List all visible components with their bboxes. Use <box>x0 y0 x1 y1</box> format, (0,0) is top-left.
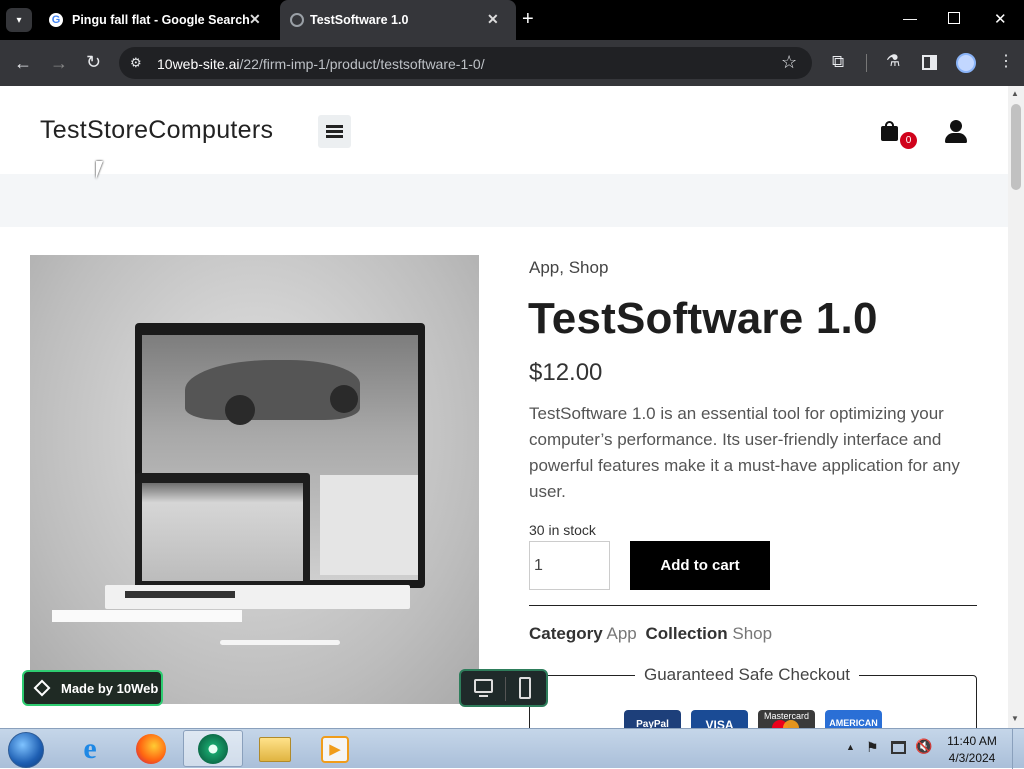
header-band <box>0 174 1008 227</box>
collection-value[interactable]: Shop <box>732 624 772 643</box>
scrollbar-thumb[interactable] <box>1011 104 1021 190</box>
extensions-icon[interactable]: ⧉ <box>832 53 844 70</box>
made-by-label: Made by 10Web <box>61 681 159 696</box>
car-wheel <box>330 385 358 413</box>
url-path: /22/firm-imp-1/product/testsoftware-1-0/ <box>239 56 485 72</box>
hamburger-menu-button[interactable] <box>318 115 351 148</box>
desk-shelf <box>52 610 242 622</box>
category-link-shop[interactable]: Shop <box>569 258 609 277</box>
labs-flask-icon[interactable]: ⚗ <box>886 54 900 70</box>
firefox-icon[interactable] <box>136 734 166 764</box>
made-by-10web-badge[interactable]: Made by 10Web <box>22 670 163 706</box>
product-meta: Category App Collection Shop <box>529 624 772 644</box>
user-icon-body <box>945 133 967 143</box>
payment-amex-icon: AMERICAN <box>825 710 882 728</box>
product-price: $12.00 <box>529 359 603 386</box>
clock-date[interactable]: 4/3/2024 <box>942 751 1002 765</box>
site-info-icon[interactable]: ⚙ <box>130 55 142 71</box>
close-window-icon[interactable]: ✕ <box>994 10 1007 28</box>
product-title: TestSoftware 1.0 <box>528 294 878 343</box>
volume-muted-icon[interactable]: 🔇 <box>915 738 932 755</box>
desktop-stand <box>479 695 488 697</box>
safe-checkout-title: Guaranteed Safe Checkout <box>635 665 860 685</box>
monitor-inner-panel <box>320 475 418 575</box>
back-icon[interactable]: ← <box>14 54 32 72</box>
payment-visa-icon: VISA <box>691 710 748 728</box>
mouse-cursor-icon <box>96 161 103 179</box>
google-icon: G <box>49 13 63 27</box>
new-tab-icon[interactable]: + <box>522 8 534 31</box>
close-tab-icon[interactable]: ✕ <box>487 11 499 28</box>
web-page: TestStoreComputers 0 App, Shop TestSoftw… <box>0 86 1008 728</box>
add-to-cart-button[interactable]: Add to cart <box>630 541 770 590</box>
user-icon <box>950 120 962 132</box>
mobile-view-icon[interactable] <box>519 677 531 699</box>
tab-google-search[interactable]: G Pingu fall flat - Google Search ✕ <box>40 0 276 40</box>
chevron-down-icon: ▾ <box>16 14 22 26</box>
clock-time[interactable]: 11:40 AM <box>942 734 1002 748</box>
chrome-taskbar-button[interactable] <box>183 730 243 767</box>
laptop-keyboard <box>125 591 235 598</box>
site-logo[interactable]: TestStoreComputers <box>40 116 273 145</box>
more-menu-icon[interactable]: ⋮ <box>998 54 1014 70</box>
mastercard-label: Mastercard <box>763 711 809 721</box>
browser-tab-bar: ▾ G Pingu fall flat - Google Search ✕ Te… <box>0 0 1024 40</box>
tab-testsoftware[interactable]: TestSoftware 1.0 ✕ <box>280 0 516 40</box>
10web-logo-icon <box>33 679 51 697</box>
product-description: TestSoftware 1.0 is an essential tool fo… <box>529 404 960 501</box>
desktop-view-icon[interactable] <box>474 679 493 693</box>
product-breadcrumb: App, Shop <box>529 258 608 278</box>
tab-search-button[interactable]: ▾ <box>6 8 32 32</box>
payment-mastercard-icon: Mastercard <box>758 710 815 728</box>
monitor-stand <box>220 640 340 645</box>
show-desktop-button[interactable] <box>1012 729 1024 769</box>
product-image[interactable] <box>30 255 479 704</box>
car-wheel <box>225 395 255 425</box>
payment-paypal-icon: PayPal <box>624 710 681 728</box>
url-domain: 10web-site.ai <box>157 56 240 72</box>
account-button[interactable] <box>944 120 968 144</box>
scroll-down-arrow-icon[interactable]: ▼ <box>1011 714 1019 723</box>
toolbar-divider <box>866 54 867 72</box>
menu-icon <box>326 125 343 128</box>
category-label: Category <box>529 624 603 643</box>
app-icon <box>198 734 228 764</box>
forward-icon[interactable]: → <box>50 54 68 72</box>
cart-count-badge: 0 <box>900 132 917 149</box>
tab-label: Pingu fall flat - Google Search <box>72 13 250 27</box>
bookmark-star-icon[interactable]: ☆ <box>781 53 797 71</box>
cart-button[interactable]: 0 <box>880 120 917 149</box>
reload-icon[interactable]: ↻ <box>86 53 101 71</box>
side-panel-icon[interactable] <box>922 55 937 70</box>
internet-explorer-icon[interactable]: e <box>74 733 106 765</box>
show-hidden-icons[interactable]: ▲ <box>846 742 855 752</box>
mc-circle-orange <box>783 720 799 728</box>
bag-handle <box>885 121 894 129</box>
category-link-app[interactable]: App <box>529 258 559 277</box>
tab-label: TestSoftware 1.0 <box>310 13 409 27</box>
minimize-icon[interactable]: — <box>903 10 917 26</box>
file-explorer-icon[interactable] <box>259 737 291 762</box>
restore-icon[interactable] <box>948 12 960 24</box>
stock-status: 30 in stock <box>529 522 596 538</box>
start-button[interactable] <box>8 732 44 768</box>
action-center-flag-icon[interactable]: ⚑ <box>866 739 879 756</box>
globe-icon <box>290 13 304 27</box>
scroll-up-arrow-icon[interactable]: ▲ <box>1011 89 1019 98</box>
divider <box>529 605 977 606</box>
quantity-input[interactable] <box>529 541 610 590</box>
laptop-screen <box>142 483 303 581</box>
profile-avatar-icon[interactable] <box>956 53 976 73</box>
network-icon[interactable] <box>891 741 906 754</box>
media-player-icon[interactable]: ▶ <box>321 736 349 763</box>
device-preview-toggle <box>459 669 548 707</box>
address-bar-url[interactable]: 10web-site.ai/22/firm-imp-1/product/test… <box>157 56 485 72</box>
close-tab-icon[interactable]: ✕ <box>249 11 261 28</box>
breadcrumb-separator: , <box>559 258 564 277</box>
windows-taskbar: e ▶ ▲ ⚑ 🔇 11:40 AM 4/3/2024 <box>0 728 1024 769</box>
category-value[interactable]: App <box>606 624 636 643</box>
collection-label: Collection <box>645 624 728 643</box>
divider <box>505 677 506 701</box>
